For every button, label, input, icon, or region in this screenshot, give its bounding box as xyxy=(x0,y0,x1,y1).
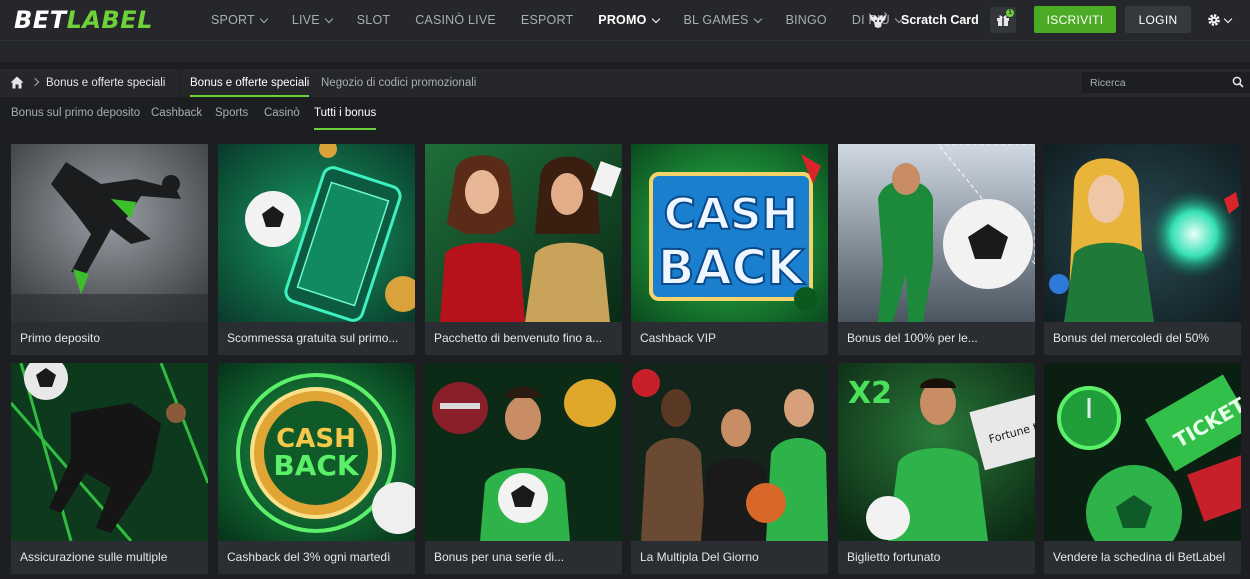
tab-negozio-codici[interactable]: Negozio di codici promozionali xyxy=(321,69,476,97)
notification-badge: 1 xyxy=(1006,9,1014,17)
chevron-right-icon xyxy=(30,77,40,87)
filter-casino[interactable]: Casinò xyxy=(264,97,300,131)
cashback-art-text: CASH xyxy=(664,189,799,240)
bonus-card-image xyxy=(631,363,828,541)
secondary-bar xyxy=(0,40,1250,62)
filter-primo-deposito[interactable]: Bonus sul primo deposito xyxy=(11,97,140,131)
bonus-card-title: Bonus per una serie di... xyxy=(434,550,565,564)
nav-slot[interactable]: SLOT xyxy=(357,13,390,27)
chevron-down-icon xyxy=(259,14,269,23)
chevron-down-icon xyxy=(753,14,762,23)
bonus-card-title: Bonus del 100% per le... xyxy=(847,331,978,345)
chevron-down-icon xyxy=(651,14,660,23)
bonus-card[interactable]: Bonus per una serie di... xyxy=(425,363,622,574)
tab-bonus-offerte[interactable]: Bonus e offerte speciali xyxy=(190,69,310,97)
nav-bl-games[interactable]: BL GAMES xyxy=(684,13,762,27)
top-navigation-bar: BETLABEL SPORT LIVE SLOT CASINÒ LIVE ESP… xyxy=(0,0,1250,40)
filter-cashback[interactable]: Cashback xyxy=(151,97,202,131)
bonus-card-title: Pacchetto di benvenuto fino a... xyxy=(434,331,603,345)
gift-button[interactable]: 1 xyxy=(990,7,1016,33)
bonus-card-title: La Multipla Del Giorno xyxy=(640,550,759,564)
bonus-card-title: Scommessa gratuita sul primo... xyxy=(227,331,399,345)
bonus-card-title: Assicurazione sulle multiple xyxy=(20,550,168,564)
search-icon[interactable] xyxy=(1232,76,1244,88)
breadcrumb: Bonus e offerte speciali Bonus e offerte… xyxy=(0,69,1250,97)
filter-sports[interactable]: Sports xyxy=(215,97,248,131)
nav-bingo[interactable]: BINGO xyxy=(786,13,827,27)
cashback-art-text: BACK xyxy=(273,449,360,482)
bonus-card-image xyxy=(425,144,622,322)
bonus-card[interactable]: Bonus del mercoledì del 50% xyxy=(1044,144,1241,355)
bonus-card[interactable]: Assicurazione sulle multiple xyxy=(11,363,208,574)
search-box xyxy=(1082,72,1250,93)
spacer xyxy=(0,62,1250,69)
bonus-card-image: TICKET xyxy=(1044,363,1241,541)
home-icon[interactable] xyxy=(10,76,24,89)
bonus-card-image xyxy=(218,144,415,322)
search-input[interactable] xyxy=(1082,72,1230,93)
bonus-card[interactable]: TICKET Vendere la schedina di BetLabel xyxy=(1044,363,1241,574)
gear-icon xyxy=(1208,14,1220,26)
betlabel-logo[interactable]: BETLABEL xyxy=(14,6,153,34)
bonus-card-image xyxy=(11,363,208,541)
nav-esport[interactable]: ESPORT xyxy=(521,13,573,27)
bull-icon xyxy=(869,13,887,28)
bonus-filter-tabs: Bonus sul primo deposito Cashback Sports… xyxy=(0,97,1250,131)
scratch-card-link[interactable]: Scratch Card xyxy=(867,0,979,40)
bonus-card[interactable]: CASH BACK Cashback del 3% ogni martedì xyxy=(218,363,415,574)
nav-live[interactable]: LIVE xyxy=(292,13,333,27)
nav-sport[interactable]: SPORT xyxy=(211,13,269,27)
bonus-card[interactable]: Bonus del 100% per le... xyxy=(838,144,1035,355)
bonus-card[interactable]: Pacchetto di benvenuto fino a... xyxy=(425,144,622,355)
bonus-card-image xyxy=(425,363,622,541)
bonus-card[interactable]: Scommessa gratuita sul primo... xyxy=(218,144,415,355)
bonus-card[interactable]: La Multipla Del Giorno xyxy=(631,363,828,574)
bonus-card-title: Cashback del 3% ogni martedì xyxy=(227,550,391,564)
bonus-card-title: Cashback VIP xyxy=(640,331,717,345)
bonus-card-image: CASH BACK xyxy=(631,144,828,322)
nav-casino-live[interactable]: CASINÒ LIVE xyxy=(415,13,496,27)
register-button[interactable]: ISCRIVITI xyxy=(1034,6,1116,33)
breadcrumb-current: Bonus e offerte speciali xyxy=(46,77,166,89)
bonus-card-image: X2 Fortune ticket xyxy=(838,363,1035,541)
nav-promo[interactable]: PROMO xyxy=(598,13,660,27)
bonus-card-title: Biglietto fortunato xyxy=(847,550,941,564)
bonus-card-image xyxy=(838,144,1035,322)
bonus-card[interactable]: Primo deposito xyxy=(11,144,208,355)
bonus-card-title: Bonus del mercoledì del 50% xyxy=(1053,331,1210,345)
bonus-card-image xyxy=(1044,144,1241,322)
bonus-card[interactable]: CASH BACK Cashback VIP xyxy=(631,144,828,355)
login-button[interactable]: LOGIN xyxy=(1125,6,1191,33)
chevron-down-icon xyxy=(1223,14,1233,23)
bonus-card-title: Primo deposito xyxy=(20,331,101,345)
bonus-card-image xyxy=(11,144,208,322)
scratch-card-label: Scratch Card xyxy=(901,13,979,27)
bonus-card[interactable]: X2 Fortune ticket Biglietto fortunato xyxy=(838,363,1035,574)
bonus-card-image: CASH BACK xyxy=(218,363,415,541)
cashback-art-text: BACK xyxy=(658,240,806,296)
divider xyxy=(180,69,181,97)
chevron-down-icon xyxy=(324,14,333,23)
settings-menu[interactable] xyxy=(1207,10,1241,30)
bonus-card-title: Vendere la schedina di BetLabel xyxy=(1053,550,1226,564)
main-nav: SPORT LIVE SLOT CASINÒ LIVE ESPORT PROMO… xyxy=(211,0,927,40)
filter-tutti-i-bonus[interactable]: Tutti i bonus xyxy=(314,97,377,131)
multiplier-art-text: X2 xyxy=(848,376,892,411)
